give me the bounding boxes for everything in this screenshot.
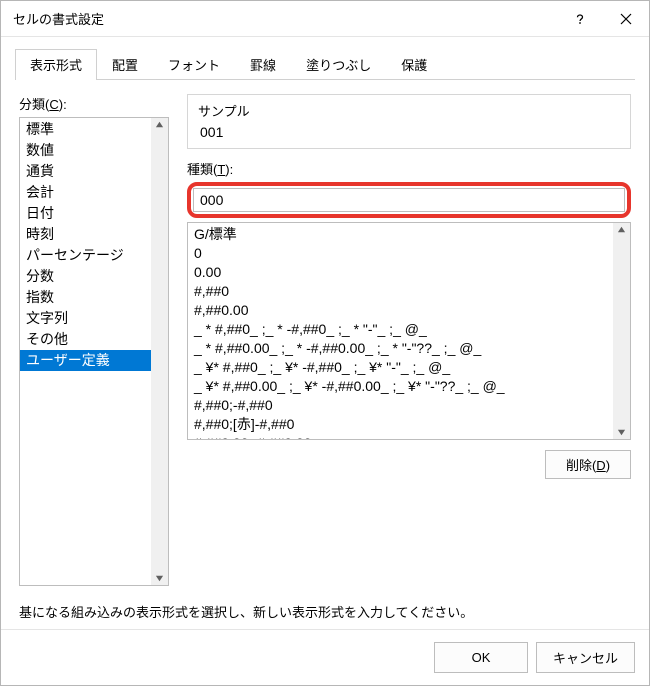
close-button[interactable] (603, 1, 649, 37)
format-item[interactable]: #,##0.00;-#,##0.00 (188, 434, 613, 439)
panel-columns: 分類(C): 標準数値通貨会計日付時刻パーセンテージ分数指数文字列その他ユーザー… (19, 94, 631, 586)
format-item[interactable]: G/標準 (188, 225, 613, 244)
category-label-prefix: 分類( (19, 97, 49, 112)
tab-3[interactable]: 罫線 (235, 49, 291, 80)
help-button[interactable] (557, 1, 603, 37)
format-item[interactable]: #,##0 (188, 282, 613, 301)
format-item[interactable]: #,##0;-#,##0 (188, 396, 613, 415)
tab-4[interactable]: 塗りつぶし (291, 49, 386, 80)
category-item[interactable]: その他 (20, 329, 151, 350)
format-cells-dialog: セルの書式設定 表示形式配置フォント罫線塗りつぶし保護 分類(C): 標準数値通… (0, 0, 650, 686)
detail-column: サンプル 001 種類(T): G/標準00.00#,##0#,##0.00_ … (187, 94, 631, 586)
close-icon (620, 13, 632, 25)
format-item[interactable]: #,##0.00 (188, 301, 613, 320)
scroll-down-icon (617, 428, 626, 437)
sample-label: サンプル (198, 101, 620, 120)
dialog-title: セルの書式設定 (13, 9, 557, 28)
tab-panel-number: 分類(C): 標準数値通貨会計日付時刻パーセンテージ分数指数文字列その他ユーザー… (1, 80, 649, 629)
category-label-hotkey: C (49, 97, 58, 112)
delete-button[interactable]: 削除(D) (545, 450, 631, 479)
format-item[interactable]: 0 (188, 244, 613, 263)
dialog-button-bar: OK キャンセル (1, 629, 649, 685)
category-item[interactable]: 通貨 (20, 161, 151, 182)
category-item[interactable]: 文字列 (20, 308, 151, 329)
category-item[interactable]: 標準 (20, 119, 151, 140)
type-label-suffix: ): (225, 162, 233, 177)
format-list-inner: G/標準00.00#,##0#,##0.00_ * #,##0_ ;_ * -#… (188, 223, 613, 439)
category-item[interactable]: パーセンテージ (20, 245, 151, 266)
tabs: 表示形式配置フォント罫線塗りつぶし保護 (1, 37, 649, 79)
hint-text: 基になる組み込みの表示形式を選択し、新しい表示形式を入力してください。 (19, 602, 631, 621)
type-label-prefix: 種類( (187, 162, 217, 177)
format-item[interactable]: _ * #,##0_ ;_ * -#,##0_ ;_ * "-"_ ;_ @_ (188, 320, 613, 339)
ok-button[interactable]: OK (434, 642, 528, 673)
category-label-suffix: ): (59, 97, 67, 112)
type-input-highlight (187, 182, 631, 218)
tab-0[interactable]: 表示形式 (15, 49, 97, 80)
format-item[interactable]: 0.00 (188, 263, 613, 282)
scroll-up-icon (617, 225, 626, 234)
tab-1[interactable]: 配置 (97, 49, 153, 80)
category-column: 分類(C): 標準数値通貨会計日付時刻パーセンテージ分数指数文字列その他ユーザー… (19, 94, 169, 586)
type-label: 種類(T): (187, 159, 631, 178)
scroll-up-icon (155, 120, 164, 129)
category-item[interactable]: 時刻 (20, 224, 151, 245)
format-item[interactable]: _ * #,##0.00_ ;_ * -#,##0.00_ ;_ * "-"??… (188, 339, 613, 358)
category-item[interactable]: 会計 (20, 182, 151, 203)
category-scrollbar[interactable] (151, 118, 168, 585)
category-item[interactable]: 日付 (20, 203, 151, 224)
delete-button-prefix: 削除( (566, 458, 596, 473)
titlebar: セルの書式設定 (1, 1, 649, 37)
cancel-button[interactable]: キャンセル (536, 642, 635, 673)
delete-row: 削除(D) (187, 450, 631, 479)
category-label: 分類(C): (19, 94, 169, 113)
category-item[interactable]: 数値 (20, 140, 151, 161)
category-item[interactable]: 分数 (20, 266, 151, 287)
sample-value: 001 (198, 124, 620, 140)
format-scrollbar[interactable] (613, 223, 630, 439)
delete-button-hotkey: D (596, 458, 605, 473)
type-input[interactable] (193, 188, 625, 212)
category-list-inner: 標準数値通貨会計日付時刻パーセンテージ分数指数文字列その他ユーザー定義 (20, 118, 151, 585)
tab-5[interactable]: 保護 (386, 49, 442, 80)
sample-box: サンプル 001 (187, 94, 631, 149)
tab-2[interactable]: フォント (153, 49, 235, 80)
category-item[interactable]: 指数 (20, 287, 151, 308)
format-item[interactable]: _ ¥* #,##0_ ;_ ¥* -#,##0_ ;_ ¥* "-"_ ;_ … (188, 358, 613, 377)
format-listbox[interactable]: G/標準00.00#,##0#,##0.00_ * #,##0_ ;_ * -#… (187, 222, 631, 440)
help-icon (574, 13, 586, 25)
category-listbox[interactable]: 標準数値通貨会計日付時刻パーセンテージ分数指数文字列その他ユーザー定義 (19, 117, 169, 586)
format-item[interactable]: #,##0;[赤]-#,##0 (188, 415, 613, 434)
delete-button-suffix: ) (606, 458, 610, 473)
scroll-down-icon (155, 574, 164, 583)
category-item[interactable]: ユーザー定義 (20, 350, 151, 371)
format-item[interactable]: _ ¥* #,##0.00_ ;_ ¥* -#,##0.00_ ;_ ¥* "-… (188, 377, 613, 396)
